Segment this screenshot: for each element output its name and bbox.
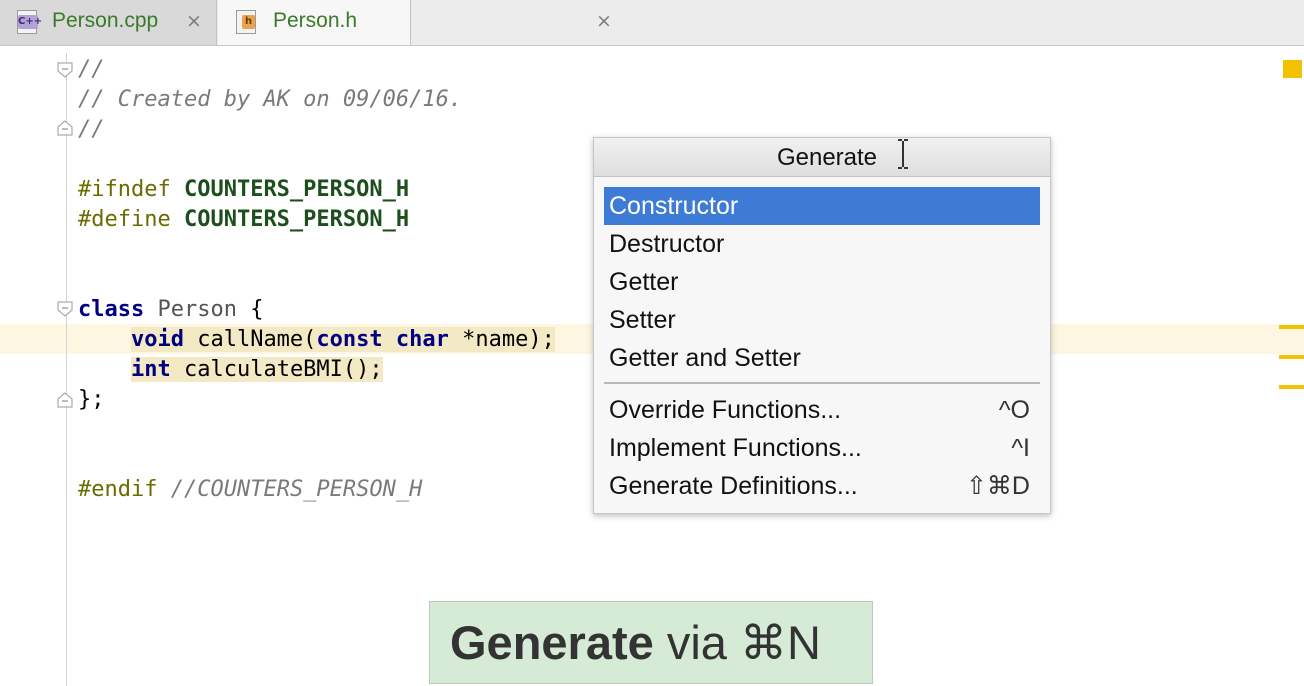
code-line: int calculateBMI();: [130, 357, 383, 382]
fold-start-icon[interactable]: [57, 301, 73, 317]
menu-separator: [604, 382, 1040, 384]
code-line: #define COUNTERS_PERSON_H: [78, 207, 410, 232]
close-icon[interactable]: ×: [186, 10, 202, 32]
menu-item-override-functions[interactable]: Override Functions... ^O: [604, 391, 1040, 429]
popup-title: Generate: [776, 144, 878, 171]
menu-item-setter[interactable]: Setter: [604, 301, 1040, 339]
fold-start-icon[interactable]: [57, 62, 73, 78]
code-line: class Person {: [78, 297, 264, 322]
menu-item-destructor[interactable]: Destructor: [604, 225, 1040, 263]
code-line: void callName(const char *name);: [130, 327, 555, 352]
code-line: #ifndef COUNTERS_PERSON_H: [78, 177, 410, 202]
tab-label: Person.h: [273, 9, 358, 32]
code-line: #endif //COUNTERS_PERSON_H: [78, 477, 423, 502]
usage-marker[interactable]: [1279, 325, 1304, 329]
fold-end-icon[interactable]: [57, 120, 73, 136]
code-line: //: [78, 117, 105, 142]
fold-end-icon[interactable]: [57, 392, 73, 408]
menu-item-generate-definitions[interactable]: Generate Definitions... ⇧⌘D: [604, 467, 1040, 505]
usage-marker[interactable]: [1279, 385, 1304, 389]
gutter-divider: [66, 53, 67, 686]
popup-header: Generate: [594, 138, 1050, 177]
menu-item-getter-and-setter[interactable]: Getter and Setter: [604, 339, 1040, 377]
tab-label: Person.cpp: [52, 9, 159, 32]
code-line: };: [78, 387, 105, 412]
menu-item-implement-functions[interactable]: Implement Functions... ^I: [604, 429, 1040, 467]
hint-text: Generate via ⌘N: [450, 616, 821, 669]
header-file-icon: h: [236, 10, 258, 34]
text-cursor-icon: [898, 139, 908, 169]
tab-person-cpp[interactable]: C++ Person.cpp ×: [0, 0, 217, 45]
cpp-file-icon: C++: [17, 10, 42, 34]
inspection-status-icon[interactable]: [1283, 60, 1302, 78]
code-line: //: [78, 57, 105, 82]
shortcut-hint-banner: Generate via ⌘N: [429, 601, 873, 684]
generate-popup: Generate Constructor Destructor Getter S…: [593, 137, 1051, 514]
usage-marker[interactable]: [1279, 355, 1304, 359]
menu-item-constructor[interactable]: Constructor: [604, 187, 1040, 225]
tab-person-h[interactable]: h Person.h ×: [218, 0, 612, 45]
code-line: // Created by AK on 09/06/16.: [78, 87, 463, 112]
close-icon[interactable]: ×: [596, 10, 612, 32]
menu-item-getter[interactable]: Getter: [604, 263, 1040, 301]
editor-tab-bar: C++ Person.cpp × h Person.h ×: [0, 0, 1304, 46]
